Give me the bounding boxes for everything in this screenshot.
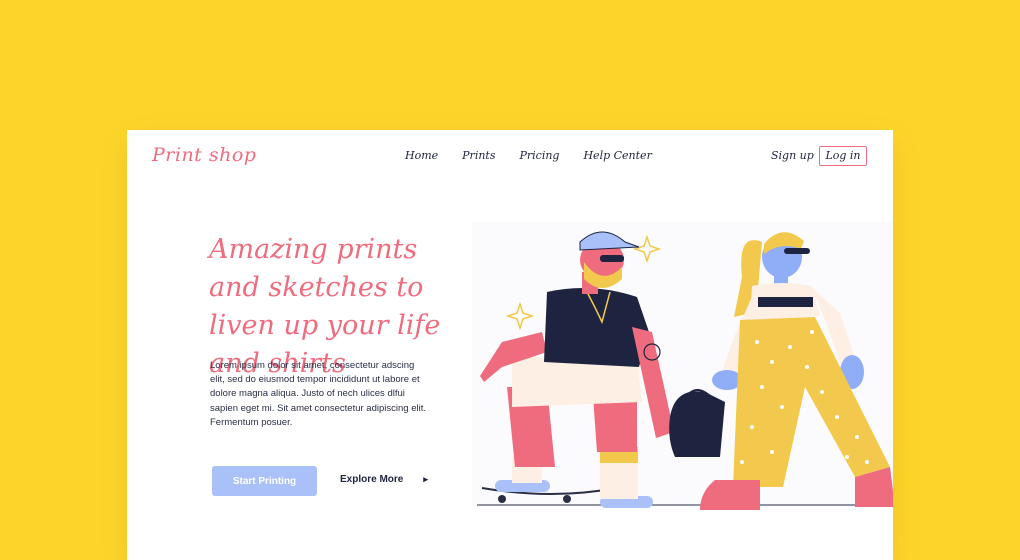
hero-description: Lorem ipsum dolor sit amet, consectetur … [210, 360, 426, 428]
nav-item-help-center[interactable]: Help Center [583, 149, 651, 162]
woman-sunglasses [784, 248, 810, 254]
signup-link[interactable]: Sign up [771, 149, 814, 162]
bag [669, 391, 725, 457]
hero-illustration [472, 222, 893, 510]
nav-item-pricing[interactable]: Pricing [519, 149, 559, 162]
start-printing-button[interactable]: Start Printing [212, 466, 317, 496]
skateboard-wheel [498, 495, 506, 503]
top-stripe [758, 297, 813, 307]
logo[interactable]: Print shop [152, 144, 256, 166]
sunglasses [600, 255, 624, 262]
landing-page-card: Print shop Home Prints Pricing Help Cent… [127, 130, 893, 560]
chevron-right-icon: ▸ [423, 474, 428, 484]
skateboard-wheel [563, 495, 571, 503]
explore-more-label: Explore More [340, 474, 404, 485]
explore-more-button[interactable]: Explore More ▸ [340, 474, 428, 485]
main-nav: Home Prints Pricing Help Center [405, 149, 652, 162]
nav-item-prints[interactable]: Prints [462, 149, 495, 162]
login-button[interactable]: Log in [819, 146, 867, 166]
nav-item-home[interactable]: Home [405, 149, 438, 162]
